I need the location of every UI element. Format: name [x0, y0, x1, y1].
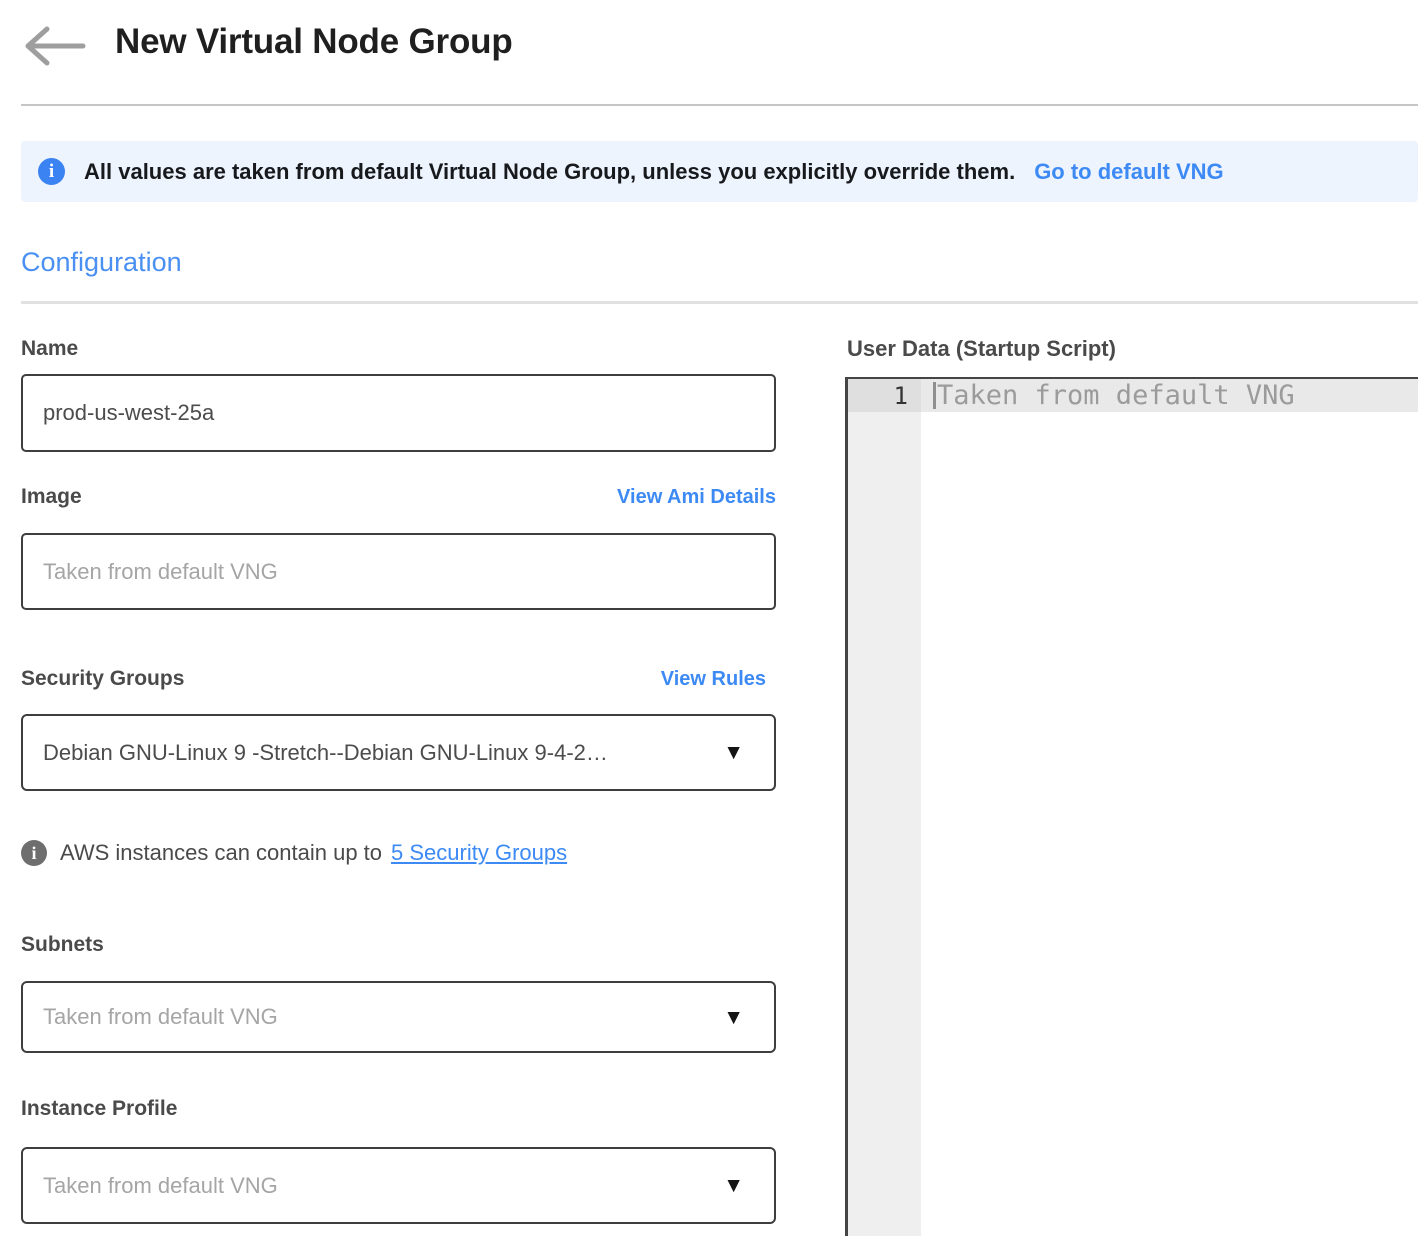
back-button[interactable]	[22, 25, 86, 67]
go-to-default-vng-link[interactable]: Go to default VNG	[1034, 159, 1223, 185]
default-vng-banner: i All values are taken from default Virt…	[21, 141, 1418, 202]
new-virtual-node-group-page: New Virtual Node Group i All values are …	[0, 0, 1418, 1236]
instance-profile-label-row: Instance Profile	[21, 1097, 776, 1121]
image-label-row: Image View Ami Details	[21, 485, 776, 509]
caret-down-icon: ▼	[723, 742, 744, 763]
security-groups-note: i AWS instances can contain up to 5 Secu…	[21, 840, 567, 866]
subnets-select[interactable]: Taken from default VNG ▼	[21, 981, 776, 1053]
five-security-groups-link[interactable]: 5 Security Groups	[391, 840, 567, 866]
subnets-placeholder: Taken from default VNG	[43, 1004, 707, 1030]
name-label: Name	[21, 337, 78, 361]
editor-code-area[interactable]: Taken from default VNG	[921, 379, 1418, 1236]
security-groups-label: Security Groups	[21, 667, 184, 691]
view-ami-details-link[interactable]: View Ami Details	[617, 486, 776, 509]
image-label: Image	[21, 485, 82, 509]
section-divider	[21, 301, 1418, 304]
security-groups-select[interactable]: Debian GNU-Linux 9 -Stretch--Debian GNU-…	[21, 714, 776, 791]
banner-text: All values are taken from default Virtua…	[84, 159, 1015, 185]
info-icon: i	[38, 158, 65, 185]
info-icon: i	[21, 840, 47, 866]
security-groups-label-row: Security Groups View Rules	[21, 667, 776, 691]
note-text: AWS instances can contain up to	[60, 840, 382, 866]
editor-gutter: 1	[848, 379, 921, 1236]
user-data-editor[interactable]: 1 Taken from default VNG	[845, 377, 1418, 1236]
back-arrow-icon	[22, 25, 86, 67]
image-input[interactable]	[21, 533, 776, 610]
user-data-label: User Data (Startup Script)	[847, 336, 1116, 362]
subnets-label: Subnets	[21, 933, 104, 957]
security-groups-selected-value: Debian GNU-Linux 9 -Stretch--Debian GNU-…	[43, 740, 707, 766]
view-rules-link[interactable]: View Rules	[661, 668, 766, 691]
instance-profile-placeholder: Taken from default VNG	[43, 1173, 707, 1199]
header-divider	[21, 104, 1418, 106]
editor-placeholder: Taken from default VNG	[937, 380, 1295, 411]
name-label-row: Name	[21, 337, 776, 361]
name-input[interactable]	[21, 374, 776, 452]
text-cursor	[933, 382, 936, 409]
instance-profile-label: Instance Profile	[21, 1097, 177, 1121]
editor-line-number: 1	[848, 379, 921, 412]
configuration-section-title: Configuration	[21, 247, 182, 278]
caret-down-icon: ▼	[723, 1175, 744, 1196]
caret-down-icon: ▼	[723, 1007, 744, 1028]
subnets-label-row: Subnets	[21, 933, 776, 957]
instance-profile-select[interactable]: Taken from default VNG ▼	[21, 1147, 776, 1224]
editor-active-line: Taken from default VNG	[921, 379, 1418, 412]
page-title: New Virtual Node Group	[115, 22, 513, 62]
